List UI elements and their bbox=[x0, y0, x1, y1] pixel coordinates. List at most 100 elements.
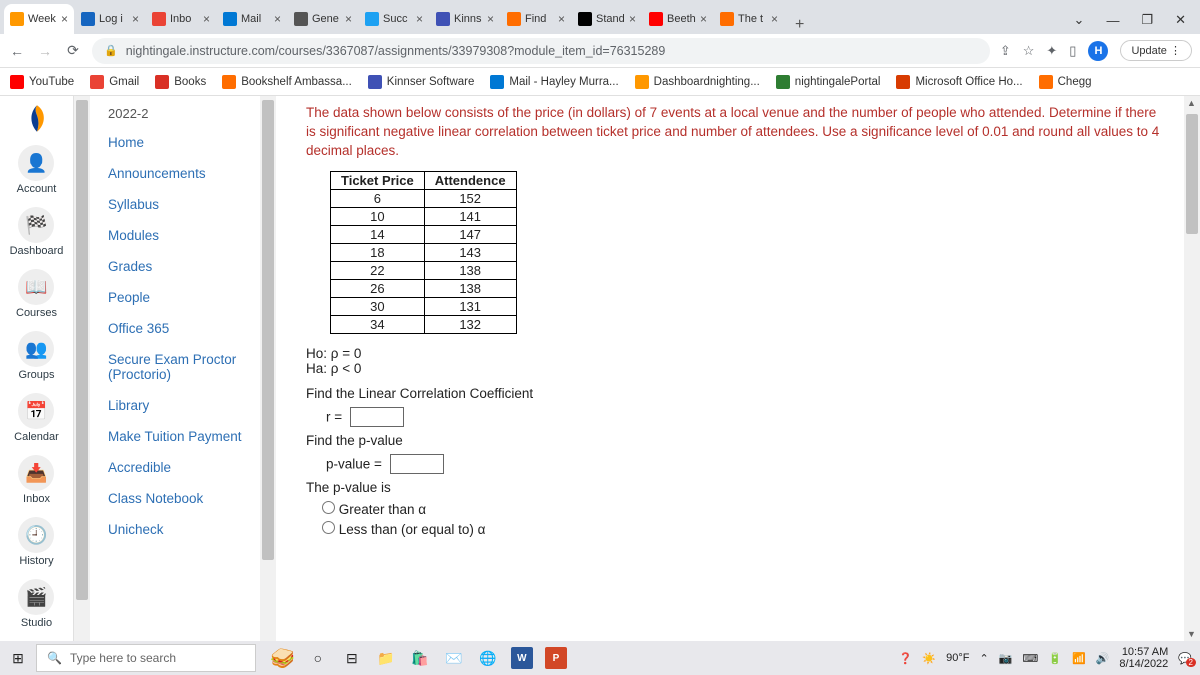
radio-greater[interactable]: Greater than α bbox=[322, 502, 426, 517]
bookmark-item[interactable]: Dashboardnighting... bbox=[635, 75, 760, 89]
clock[interactable]: 10:57 AM 8/14/2022 bbox=[1119, 646, 1168, 670]
global-nav-calendar[interactable]: 📅Calendar bbox=[10, 393, 64, 443]
global-nav-dashboard[interactable]: 🏁Dashboard bbox=[10, 207, 64, 257]
camera-icon[interactable]: 📷 bbox=[999, 652, 1013, 665]
browser-tab[interactable]: Gene× bbox=[288, 4, 358, 34]
tab-close-icon[interactable]: × bbox=[203, 12, 210, 26]
chrome-icon[interactable]: 🌐 bbox=[477, 647, 499, 669]
browser-tab[interactable]: Kinns× bbox=[430, 4, 500, 34]
powerpoint-icon[interactable]: P bbox=[545, 647, 567, 669]
global-nav-courses[interactable]: 📖Courses bbox=[10, 269, 64, 319]
nav-scrollbar[interactable] bbox=[74, 96, 90, 641]
global-nav-inbox[interactable]: 📥Inbox bbox=[10, 455, 64, 505]
bookmark-item[interactable]: Kinnser Software bbox=[368, 75, 475, 89]
profile-avatar[interactable]: H bbox=[1088, 41, 1108, 61]
help-icon[interactable]: ❓ bbox=[899, 652, 913, 665]
tab-close-icon[interactable]: × bbox=[132, 12, 139, 26]
start-button[interactable]: ⊞ bbox=[0, 650, 36, 667]
course-nav-item[interactable]: Secure Exam Proctor (Proctorio) bbox=[108, 352, 260, 382]
reload-button[interactable]: ⟳ bbox=[64, 42, 82, 59]
tab-close-icon[interactable]: × bbox=[771, 12, 778, 26]
battery-icon[interactable]: 🔋 bbox=[1048, 652, 1062, 665]
course-nav-item[interactable]: Announcements bbox=[108, 166, 260, 181]
page-scrollbar[interactable]: ▲ ▼ bbox=[1184, 96, 1200, 641]
taskbar-search[interactable]: 🔍 Type here to search bbox=[36, 644, 256, 672]
bookmark-item[interactable]: Microsoft Office Ho... bbox=[896, 75, 1022, 89]
tray-chevron[interactable]: ⌃ bbox=[979, 652, 988, 665]
coursenav-scrollbar[interactable] bbox=[260, 96, 276, 641]
course-nav-item[interactable]: Accredible bbox=[108, 460, 260, 475]
tab-close-icon[interactable]: × bbox=[629, 12, 636, 26]
tab-close-icon[interactable]: × bbox=[558, 12, 565, 26]
volume-icon[interactable]: 🔊 bbox=[1096, 652, 1110, 665]
browser-tab[interactable]: Succ× bbox=[359, 4, 429, 34]
r-input[interactable] bbox=[350, 407, 404, 427]
mail-icon[interactable]: ✉️ bbox=[443, 647, 465, 669]
weather-icon[interactable]: ☀️ bbox=[922, 652, 936, 665]
widget-icon[interactable]: 🥪 bbox=[270, 646, 295, 671]
course-nav-item[interactable]: Make Tuition Payment bbox=[108, 429, 260, 444]
course-nav-item[interactable]: Class Notebook bbox=[108, 491, 260, 506]
temperature[interactable]: 90°F bbox=[946, 652, 969, 664]
p-input[interactable] bbox=[390, 454, 444, 474]
tab-close-icon[interactable]: × bbox=[61, 12, 68, 26]
bookmark-item[interactable]: Chegg bbox=[1039, 75, 1092, 89]
update-button[interactable]: Update ⋮ bbox=[1120, 40, 1192, 61]
course-nav-item[interactable]: Syllabus bbox=[108, 197, 260, 212]
tab-close-icon[interactable]: × bbox=[487, 12, 494, 26]
alt-hypothesis: Ha: ρ < 0 bbox=[306, 361, 1164, 376]
browser-tab[interactable]: Inbo× bbox=[146, 4, 216, 34]
global-nav-groups[interactable]: 👥Groups bbox=[10, 331, 64, 381]
scroll-up-icon[interactable]: ▲ bbox=[1187, 98, 1196, 108]
course-nav-item[interactable]: Unicheck bbox=[108, 522, 260, 537]
browser-tab[interactable]: Log i× bbox=[75, 4, 145, 34]
course-nav-item[interactable]: Home bbox=[108, 135, 260, 150]
extension-icon[interactable]: ✦ bbox=[1046, 43, 1057, 59]
cortana-icon[interactable]: ○ bbox=[307, 647, 329, 669]
maximize-icon[interactable]: ❐ bbox=[1141, 12, 1153, 28]
bookmark-item[interactable]: Gmail bbox=[90, 75, 139, 89]
browser-tab[interactable]: Mail× bbox=[217, 4, 287, 34]
course-nav-item[interactable]: Office 365 bbox=[108, 321, 260, 336]
explorer-icon[interactable]: 📁 bbox=[375, 647, 397, 669]
minimize-icon[interactable]: — bbox=[1106, 13, 1119, 28]
global-nav-studio[interactable]: 🎬Studio bbox=[10, 579, 64, 629]
store-icon[interactable]: 🛍️ bbox=[409, 647, 431, 669]
course-nav-item[interactable]: Grades bbox=[108, 259, 260, 274]
course-nav-item[interactable]: People bbox=[108, 290, 260, 305]
browser-tab[interactable]: Stand× bbox=[572, 4, 642, 34]
bookmark-item[interactable]: Books bbox=[155, 75, 206, 89]
word-icon[interactable]: W bbox=[511, 647, 533, 669]
scroll-down-icon[interactable]: ▼ bbox=[1187, 629, 1196, 639]
browser-tab[interactable]: Find× bbox=[501, 4, 571, 34]
notifications-icon[interactable]: 💬 bbox=[1178, 652, 1192, 665]
global-nav-account[interactable]: 👤Account bbox=[10, 145, 64, 195]
tab-close-icon[interactable]: × bbox=[416, 12, 423, 26]
global-nav-history[interactable]: 🕘History bbox=[10, 517, 64, 567]
new-tab-button[interactable]: + bbox=[785, 16, 814, 34]
star-icon[interactable]: ☆ bbox=[1023, 43, 1035, 59]
forward-button[interactable]: → bbox=[36, 43, 54, 59]
url-field[interactable]: 🔒 nightingale.instructure.com/courses/33… bbox=[92, 38, 990, 64]
window-icon[interactable]: ▯ bbox=[1069, 43, 1076, 59]
tab-close-icon[interactable]: × bbox=[274, 12, 281, 26]
bookmark-item[interactable]: Mail - Hayley Murra... bbox=[490, 75, 618, 89]
dropdown-icon[interactable]: ⌄ bbox=[1074, 12, 1085, 28]
bookmark-item[interactable]: YouTube bbox=[10, 75, 74, 89]
radio-less[interactable]: Less than (or equal to) α bbox=[322, 522, 485, 537]
bookmark-item[interactable]: Bookshelf Ambassa... bbox=[222, 75, 352, 89]
taskview-icon[interactable]: ⊟ bbox=[341, 647, 363, 669]
wifi-icon[interactable]: 📶 bbox=[1072, 652, 1086, 665]
share-icon[interactable]: ⇪ bbox=[1000, 43, 1011, 59]
tab-close-icon[interactable]: × bbox=[345, 12, 352, 26]
browser-tab[interactable]: Week× bbox=[4, 4, 74, 34]
close-icon[interactable]: ✕ bbox=[1175, 12, 1186, 28]
course-nav-item[interactable]: Library bbox=[108, 398, 260, 413]
tab-close-icon[interactable]: × bbox=[700, 12, 707, 26]
keyboard-icon[interactable]: ⌨ bbox=[1022, 652, 1038, 665]
browser-tab[interactable]: Beeth× bbox=[643, 4, 713, 34]
course-nav-item[interactable]: Modules bbox=[108, 228, 260, 243]
browser-tab[interactable]: The t× bbox=[714, 4, 784, 34]
bookmark-item[interactable]: nightingalePortal bbox=[776, 75, 881, 89]
back-button[interactable]: ← bbox=[8, 43, 26, 59]
